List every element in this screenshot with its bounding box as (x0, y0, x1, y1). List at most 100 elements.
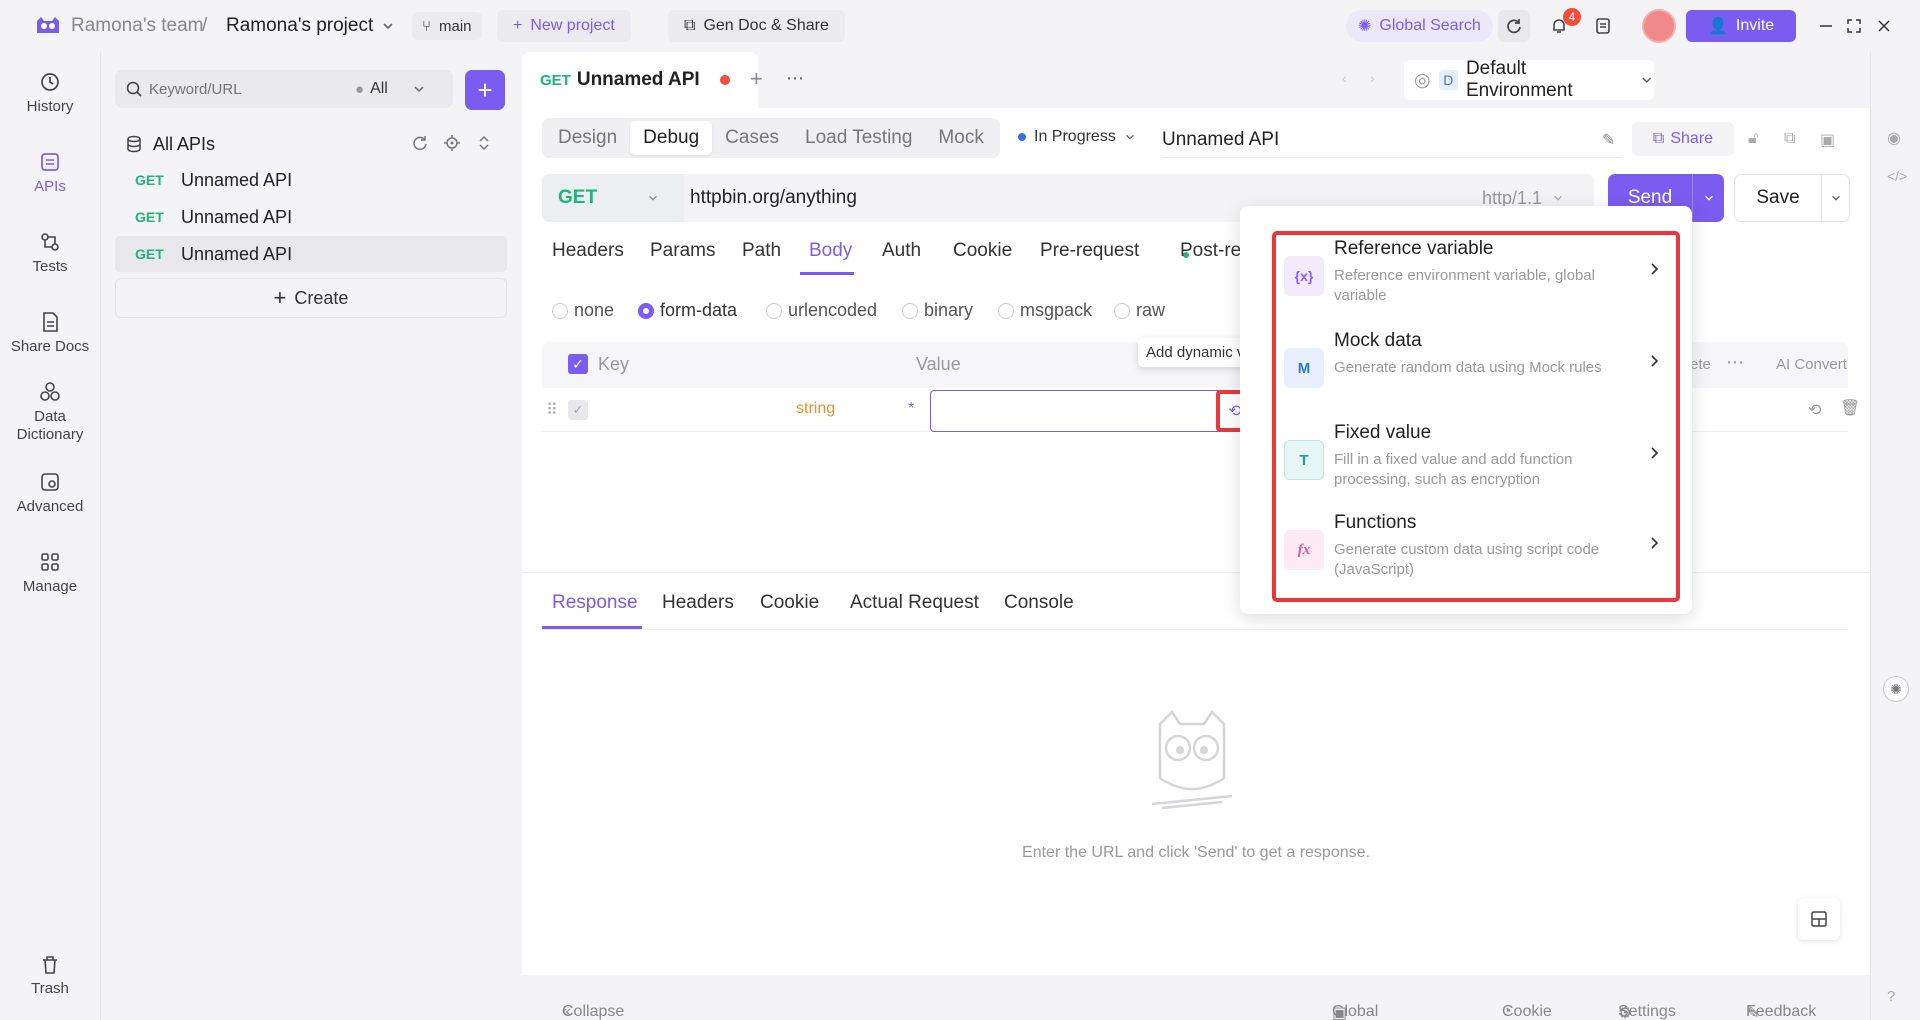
sidebar-api-item[interactable]: GET Unnamed API (115, 199, 507, 235)
new-tab-plus-icon[interactable]: + (750, 66, 763, 92)
info-icon[interactable]: ◉ (1887, 128, 1901, 148)
tab-pre-request[interactable]: Pre-request (1040, 240, 1139, 262)
mode-design[interactable]: Design (545, 121, 630, 155)
tab-cookie[interactable]: Cookie (953, 240, 1012, 262)
nav-manage[interactable]: Manage (0, 550, 100, 596)
mode-debug[interactable]: Debug (630, 121, 713, 155)
expand-collapse-icon[interactable] (475, 134, 493, 152)
nav-tests[interactable]: Tests (0, 230, 100, 276)
tab-headers[interactable]: Headers (552, 240, 624, 262)
tab-console[interactable]: Console (1004, 592, 1074, 614)
url-input[interactable]: httpbin.org/anything (690, 174, 857, 222)
value-input[interactable] (930, 390, 1248, 432)
locate-icon[interactable] (443, 134, 461, 152)
method-select[interactable]: GET (542, 174, 684, 222)
create-button[interactable]: + Create (115, 278, 507, 318)
body-type-raw[interactable]: raw (1114, 300, 1165, 321)
row-checkbox[interactable]: ✓ (568, 400, 588, 420)
menu-item-mock-data[interactable]: M Mock data Generate random data using M… (1284, 330, 1674, 420)
tab-actual-request[interactable]: Actual Request (850, 592, 979, 614)
nav-history[interactable]: History (0, 70, 100, 116)
code-icon[interactable]: </> (1887, 168, 1907, 184)
refresh-icon[interactable] (411, 134, 429, 152)
search-input[interactable] (149, 80, 349, 98)
branch-selector[interactable]: ⑂ main (412, 12, 482, 40)
body-type-urlencoded[interactable]: urlencoded (766, 300, 877, 321)
body-type-msgpack[interactable]: msgpack (998, 300, 1092, 321)
api-sidebar: ● All + All APIs GETUnnamed API GETUnnam… (100, 52, 520, 1020)
tab-response[interactable]: Response (552, 592, 638, 614)
tab-response-headers[interactable]: Headers (662, 592, 734, 614)
nav-share-docs[interactable]: Share Docs (0, 310, 100, 356)
nav-apis[interactable]: APIs (0, 150, 100, 196)
dynamic-value-menu: {x} Reference variable Reference environ… (1240, 206, 1692, 614)
lock-icon[interactable]: 🔓︎ (1748, 130, 1758, 148)
chevron-down-icon[interactable] (381, 0, 395, 52)
close-icon[interactable] (1868, 10, 1900, 42)
tab-post-request[interactable]: Post-re (1180, 240, 1241, 262)
tab-prev-icon[interactable]: ‹ (1342, 70, 1347, 86)
help-icon[interactable]: ? (1887, 988, 1895, 1005)
type-select[interactable]: string (796, 400, 835, 418)
tab-active[interactable]: GET Unnamed API (522, 52, 758, 108)
maximize-icon[interactable] (1838, 10, 1870, 42)
add-button[interactable]: + (465, 70, 505, 110)
search-box[interactable]: ● All (115, 70, 453, 108)
archive-icon[interactable]: ▣ (1820, 130, 1835, 150)
select-all-checkbox[interactable]: ✓ (568, 354, 588, 374)
chevron-right-icon (1651, 355, 1659, 367)
menu-item-reference-variable[interactable]: {x} Reference variable Reference environ… (1284, 238, 1674, 328)
menu-item-fixed-value[interactable]: T Fixed value Fill in a fixed value and … (1284, 422, 1674, 512)
ai-assistant-icon[interactable]: ✺ (1883, 676, 1909, 702)
all-apis-header[interactable]: All APIs (125, 126, 215, 162)
required-mark[interactable]: * (908, 400, 914, 418)
body-type-form-data[interactable]: form-data (638, 300, 737, 321)
nav-advanced[interactable]: Advanced (0, 470, 100, 516)
tab-path[interactable]: Path (742, 240, 781, 262)
share-icon: ⧉ (1652, 130, 1665, 147)
share-button[interactable]: ⧉ Share (1632, 122, 1734, 156)
tests-icon (41, 233, 59, 251)
drag-handle-icon[interactable]: ⠿ (546, 400, 558, 420)
team-name[interactable]: Ramona's team (71, 0, 203, 52)
copy-icon[interactable]: ⧉ (1784, 130, 1795, 148)
menu-item-functions[interactable]: fx Functions Generate custom data using … (1284, 512, 1674, 602)
gen-doc-button[interactable]: ⧉ Gen Doc & Share (668, 10, 845, 42)
notes-icon[interactable] (1587, 10, 1619, 42)
environment-selector[interactable]: ◎ D Default Environment (1404, 58, 1654, 101)
mode-cases[interactable]: Cases (712, 121, 792, 155)
variable-icon: {x} (1284, 256, 1324, 296)
mode-mock[interactable]: Mock (925, 121, 996, 155)
nav-data-dictionary[interactable]: Data Dictionary (0, 380, 100, 444)
body-type-none[interactable]: none (552, 300, 614, 321)
global-search-button[interactable]: ✺ Global Search (1346, 10, 1493, 42)
invite-button[interactable]: 👤 Invite (1686, 10, 1797, 42)
nav-trash[interactable]: Trash (0, 954, 100, 998)
ai-convert-button[interactable]: AI Convert (1776, 356, 1847, 373)
tab-auth[interactable]: Auth (882, 240, 921, 262)
more-icon[interactable]: ⋯ (786, 68, 804, 89)
api-name-field[interactable]: Unnamed API (1162, 122, 1622, 158)
save-button[interactable]: Save (1734, 174, 1850, 222)
filter-select[interactable]: All (370, 80, 388, 98)
delete-icon[interactable]: 🗑︎ (1840, 398, 1860, 418)
sidebar-api-item-selected[interactable]: GET Unnamed API (115, 236, 507, 272)
more-icon[interactable]: ⋯ (1726, 352, 1744, 373)
edit-icon[interactable]: ✎ (1602, 130, 1615, 150)
tab-response-cookie[interactable]: Cookie (760, 592, 819, 614)
project-name[interactable]: Ramona's project (226, 0, 373, 52)
key-header: Key (598, 354, 630, 374)
tab-next-icon[interactable]: › (1370, 70, 1375, 86)
status-select[interactable]: In Progress (1018, 128, 1136, 146)
sidebar-api-item[interactable]: GET Unnamed API (115, 162, 507, 198)
avatar[interactable] (1642, 9, 1676, 43)
tab-params[interactable]: Params (650, 240, 715, 262)
mode-load-testing[interactable]: Load Testing (792, 121, 925, 155)
tab-body[interactable]: Body (809, 240, 852, 262)
bulk-delete-button[interactable]: ete (1690, 356, 1711, 373)
layout-toggle-icon[interactable] (1798, 898, 1840, 940)
row-dynamic-icon[interactable]: ⟲ (1808, 400, 1821, 420)
body-type-binary[interactable]: binary (902, 300, 973, 321)
new-project-button[interactable]: + New project (497, 10, 631, 42)
sync-icon[interactable] (1498, 10, 1530, 42)
